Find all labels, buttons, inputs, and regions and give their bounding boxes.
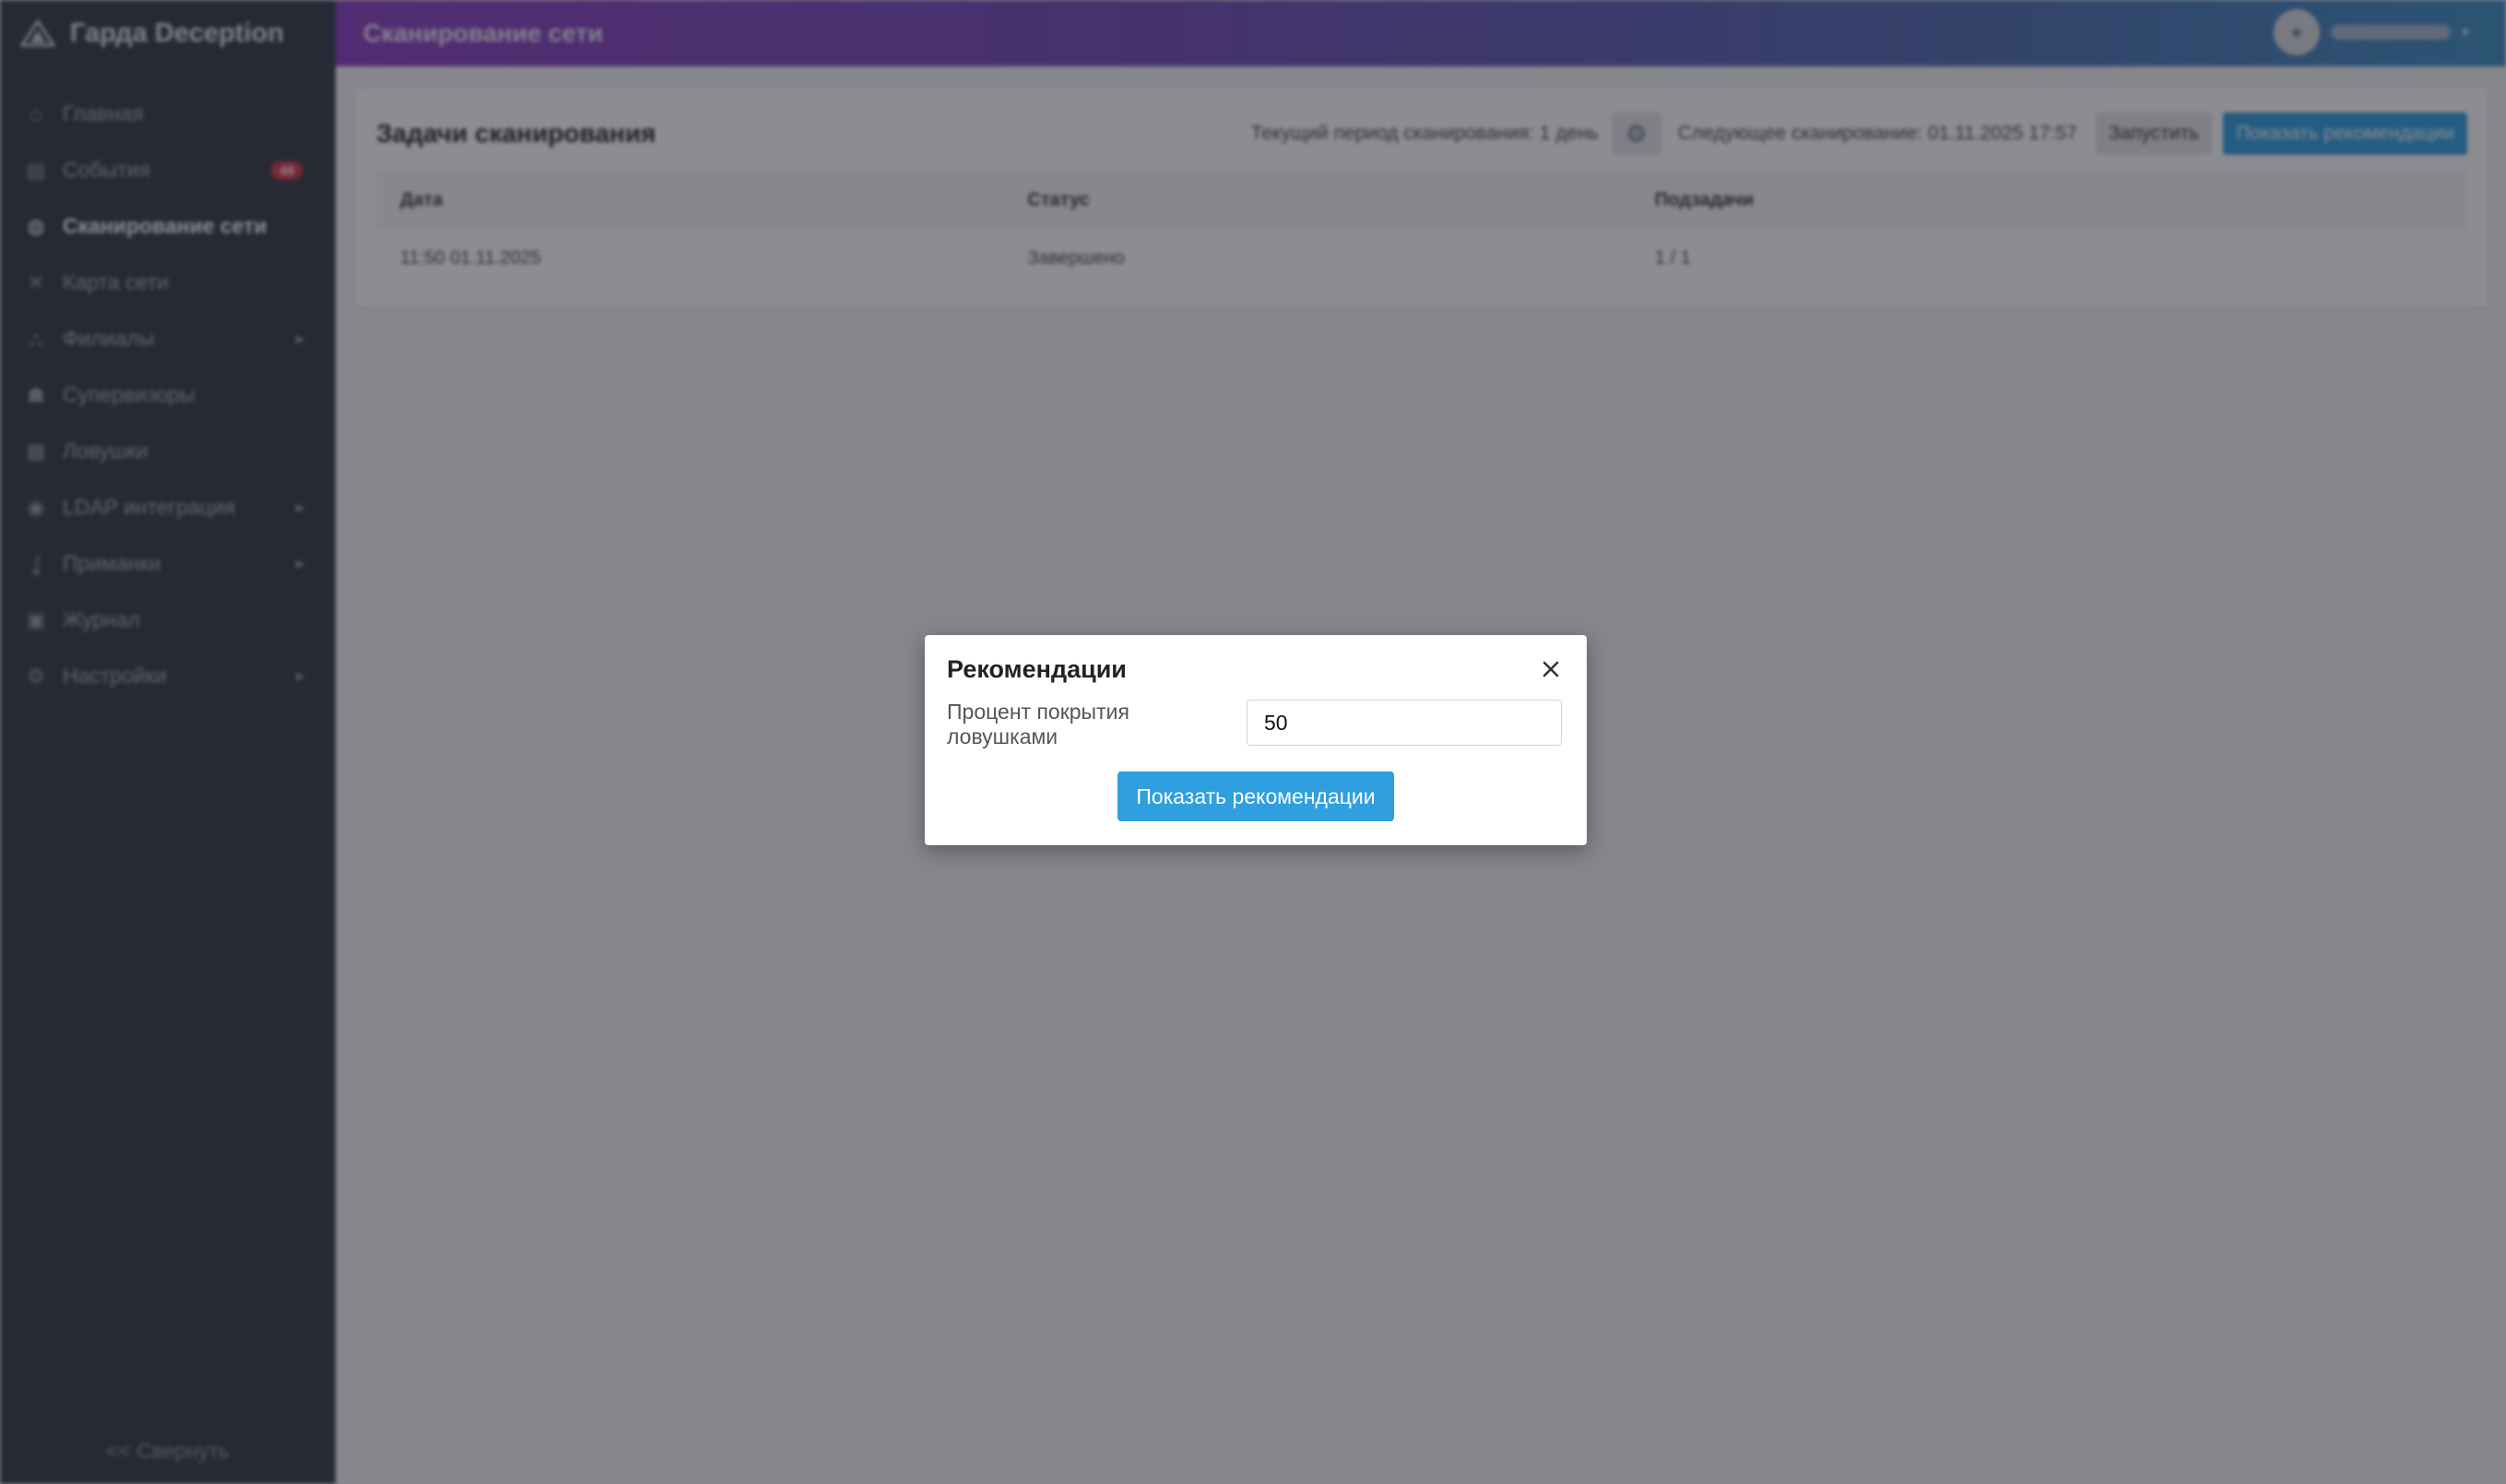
recommendations-modal: Рекомендации Процент покрытия ловушками … — [925, 635, 1587, 845]
close-icon[interactable] — [1537, 655, 1565, 683]
coverage-percent-label: Процент покрытия ловушками — [947, 700, 1129, 748]
coverage-percent-input[interactable] — [1247, 700, 1562, 746]
show-recommendations-submit-button[interactable]: Показать рекомендации — [1117, 771, 1394, 821]
modal-title: Рекомендации — [947, 655, 1127, 683]
